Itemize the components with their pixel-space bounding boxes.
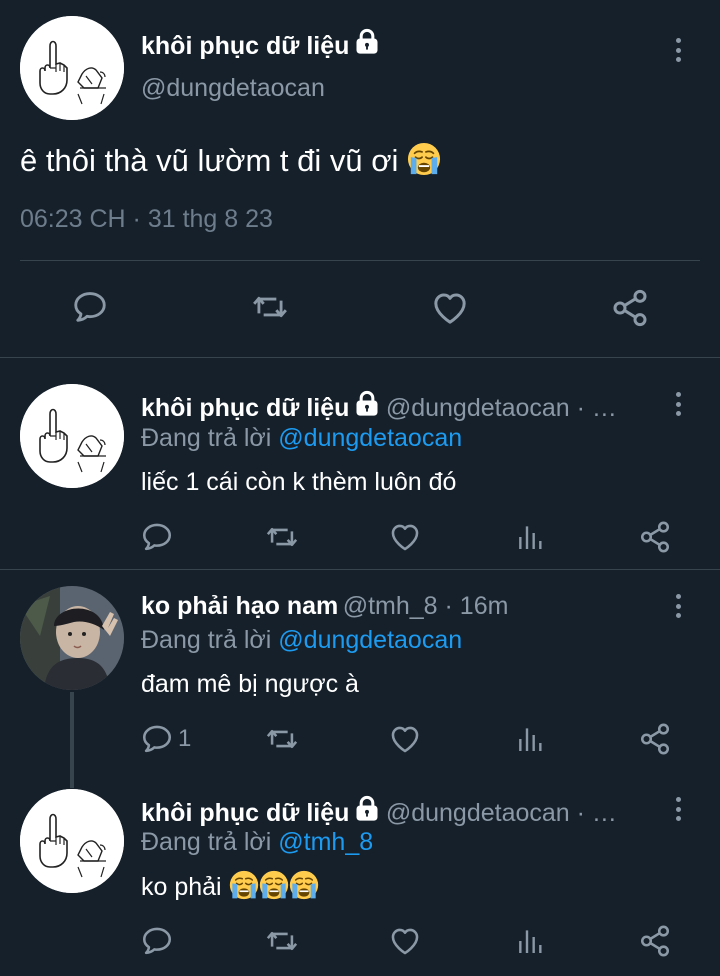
handle[interactable]: @tmh_8 · 16m	[343, 592, 509, 620]
retweet-icon	[249, 288, 291, 326]
analytics-icon	[515, 925, 547, 957]
thread-line	[70, 692, 74, 788]
tweet-text: ê thôi thà vũ lườm t đi vũ ơi	[20, 143, 399, 178]
mention-link[interactable]: @dungdetaocan	[278, 424, 462, 452]
reply-icon	[140, 722, 174, 756]
share-button[interactable]	[638, 520, 672, 554]
reply-icon	[71, 288, 109, 326]
loudly-crying-face-emoji	[259, 870, 289, 907]
more-vertical-icon[interactable]	[668, 389, 688, 419]
reply-button[interactable]	[140, 924, 180, 958]
heart-icon	[388, 722, 422, 756]
replying-to-label: Đang trả lời	[141, 828, 279, 856]
heart-icon	[388, 924, 422, 958]
more-vertical-icon[interactable]	[668, 591, 688, 621]
like-button[interactable]	[388, 924, 422, 958]
reply-button[interactable]	[71, 288, 109, 326]
mention-link[interactable]: @dungdetaocan	[278, 626, 462, 654]
more-vertical-icon[interactable]	[668, 35, 688, 65]
like-button[interactable]	[430, 288, 470, 328]
avatar-drawing	[20, 16, 124, 120]
divider	[0, 569, 720, 570]
display-name[interactable]: khôi phục dữ liệu	[141, 394, 349, 422]
lock-icon	[353, 28, 381, 56]
tweet-text: đam mê bị ngược à	[141, 670, 359, 698]
avatar-drawing	[20, 789, 124, 893]
retweet-button[interactable]	[264, 520, 300, 554]
analytics-button[interactable]	[515, 521, 547, 553]
display-name[interactable]: ko phải hạo nam	[141, 592, 338, 620]
analytics-button[interactable]	[515, 925, 547, 957]
handle[interactable]: @dungdetaocan · …	[386, 394, 617, 422]
display-name[interactable]: khôi phục dữ liệu	[141, 799, 349, 827]
share-icon	[610, 288, 650, 328]
reply-button[interactable]	[140, 520, 180, 554]
reply-count: 1	[178, 725, 192, 752]
avatar[interactable]	[20, 384, 124, 488]
share-icon	[638, 722, 672, 756]
avatar[interactable]	[20, 586, 124, 690]
loudly-crying-face-emoji	[289, 870, 319, 907]
retweet-icon	[264, 924, 300, 958]
lock-icon	[353, 795, 381, 823]
divider	[0, 357, 720, 358]
timestamp[interactable]: 06:23 CH · 31 thg 8 23	[20, 205, 273, 234]
tweet-text: ko phải	[141, 873, 222, 901]
share-icon	[638, 520, 672, 554]
avatar-photo	[20, 586, 124, 690]
retweet-icon	[264, 520, 300, 554]
replying-to-label: Đang trả lời	[141, 626, 279, 654]
reply-button[interactable]: 1	[140, 722, 191, 756]
divider	[20, 260, 700, 261]
mention-link[interactable]: @tmh_8	[278, 828, 373, 856]
retweet-button[interactable]	[264, 722, 300, 756]
retweet-button[interactable]	[264, 924, 300, 958]
replying-to-label: Đang trả lời	[141, 424, 279, 452]
handle[interactable]: @dungdetaocan	[141, 74, 325, 103]
retweet-button[interactable]	[249, 288, 291, 326]
avatar[interactable]	[20, 16, 124, 120]
tweet-text: liếc 1 cái còn k thèm luôn đó	[141, 468, 457, 496]
reply-icon	[140, 924, 174, 958]
share-button[interactable]	[638, 722, 672, 756]
avatar[interactable]	[20, 789, 124, 893]
like-button[interactable]	[388, 722, 422, 756]
handle[interactable]: @dungdetaocan · …	[386, 799, 617, 827]
heart-icon	[388, 520, 422, 554]
analytics-button[interactable]	[515, 723, 547, 755]
share-button[interactable]	[610, 288, 650, 328]
share-icon	[638, 924, 672, 958]
avatar-drawing	[20, 384, 124, 488]
loudly-crying-face-emoji	[407, 142, 441, 184]
loudly-crying-face-emoji	[229, 870, 259, 907]
analytics-icon	[515, 521, 547, 553]
analytics-icon	[515, 723, 547, 755]
more-vertical-icon[interactable]	[668, 794, 688, 824]
share-button[interactable]	[638, 924, 672, 958]
heart-icon	[430, 288, 470, 328]
lock-icon	[353, 390, 381, 418]
like-button[interactable]	[388, 520, 422, 554]
display-name[interactable]: khôi phục dữ liệu	[141, 32, 349, 60]
reply-icon	[140, 520, 174, 554]
retweet-icon	[264, 722, 300, 756]
